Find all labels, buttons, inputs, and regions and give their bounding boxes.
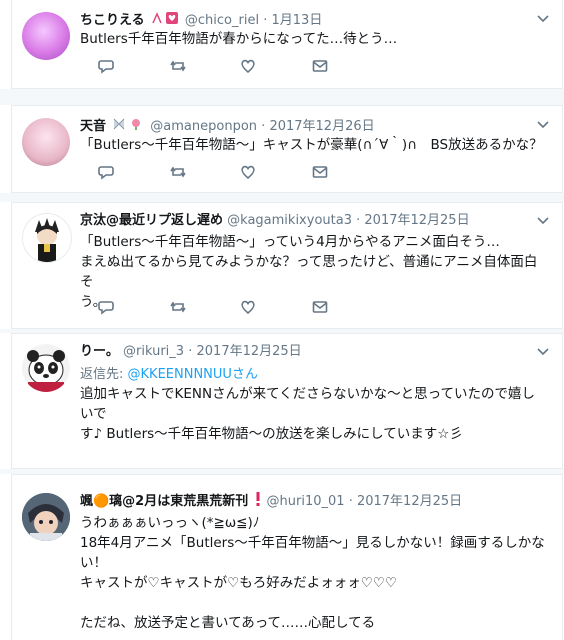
chevron-down-icon[interactable] (536, 14, 550, 24)
exclamation-icon (254, 492, 262, 511)
display-name[interactable]: 天音 (80, 119, 106, 134)
emoji-badge-icon (112, 117, 146, 136)
reply-icon[interactable] (98, 164, 116, 182)
avatar[interactable] (22, 493, 70, 541)
tweet-text: 追加キャストでKENNさんが来てくださらないかな〜と思っていたので嬉しいで す♪… (80, 386, 535, 442)
user-handle[interactable]: @rikuri_3 (123, 344, 184, 359)
avatar[interactable] (22, 213, 72, 263)
tweet-header: 京汰@最近リプ返し遅め @kagamikixyouta3 · 2017年12月2… (80, 213, 470, 228)
tweet-header: ちこりえる @chico_riel · 1月13日 (80, 11, 323, 30)
feed-gap (0, 329, 564, 333)
tweet-header: 天音 @amaneponpon · 2017年12月26日 (80, 117, 375, 136)
tweet-timestamp[interactable]: 2017年12月25日 (364, 213, 469, 228)
tweet-header: りー。 @rikuri_3 · 2017年12月25日 (80, 344, 302, 359)
retweet-icon[interactable] (170, 58, 188, 76)
reply-context: 返信先: @KKEENNNNUUさん (80, 367, 258, 382)
chevron-down-icon[interactable] (536, 216, 550, 226)
feed-gap (0, 89, 564, 105)
feed-gap (0, 469, 564, 474)
tweet-text: うわぁぁぁいっっヽ(*≧ω≦)ﾉ 18年4月アニメ「Butlers〜千年百年物語… (80, 515, 545, 631)
user-handle[interactable]: @huri10_01 (267, 494, 345, 509)
tweet-header: 颯🟠璃@2月は東荒黒荒新刊 @huri10_01 · 2017年12月25日 (80, 492, 463, 511)
tweet-timestamp[interactable]: 2017年12月25日 (357, 494, 462, 509)
retweet-icon[interactable] (170, 164, 188, 182)
reply-icon[interactable] (98, 58, 116, 76)
feed-gap (0, 193, 564, 202)
user-handle[interactable]: @kagamikixyouta3 (227, 213, 352, 228)
tweet-actions (80, 58, 328, 76)
display-name[interactable]: ちこりえる (80, 13, 145, 28)
tweet-timestamp[interactable]: 1月13日 (272, 13, 323, 28)
tweet-timestamp[interactable]: 2017年12月26日 (269, 119, 374, 134)
chevron-down-icon[interactable] (536, 120, 550, 130)
tweet[interactable]: 天音 @amaneponpon · 2017年12月26日 「Butlers〜千… (12, 106, 562, 192)
tweet-timestamp[interactable]: 2017年12月25日 (197, 344, 302, 359)
user-handle[interactable]: @amaneponpon (150, 119, 257, 134)
retweet-icon[interactable] (170, 299, 188, 317)
tweet-actions (80, 299, 328, 317)
display-name[interactable]: りー。 (80, 344, 119, 359)
tweet-text: Butlers千年百年物語が春からになってた…待とう… (80, 31, 398, 47)
like-icon[interactable] (240, 164, 258, 182)
tweet[interactable]: 颯🟠璃@2月は東荒黒荒新刊 @huri10_01 · 2017年12月25日 う… (12, 475, 562, 640)
tweet[interactable]: りー。 @rikuri_3 · 2017年12月25日 返信先: @KKEENN… (12, 334, 562, 468)
like-icon[interactable] (240, 58, 258, 76)
reply-icon[interactable] (98, 299, 116, 317)
reply-target-link[interactable]: @KKEENNNNUUさん (128, 367, 258, 382)
tweet-text: 「Butlers〜千年百年物語〜」キャストが豪華(∩´∀｀)∩ BS放送あるかな… (80, 137, 543, 153)
chevron-down-icon[interactable] (536, 347, 550, 357)
display-name[interactable]: 京汰@最近リプ返し遅め (80, 213, 223, 228)
dm-icon[interactable] (312, 58, 330, 76)
avatar[interactable] (22, 12, 70, 60)
tweet-feed: ちこりえる @chico_riel · 1月13日 Butlers千年百年物語が… (0, 0, 564, 640)
like-icon[interactable] (240, 299, 258, 317)
emoji-badge-icon (151, 11, 181, 30)
avatar[interactable] (22, 344, 70, 392)
tweet[interactable]: ちこりえる @chico_riel · 1月13日 Butlers千年百年物語が… (12, 0, 562, 88)
tweet-actions (80, 164, 328, 182)
user-handle[interactable]: @chico_riel (185, 13, 259, 28)
display-name[interactable]: 颯🟠璃@2月は東荒黒荒新刊 (80, 494, 248, 509)
avatar[interactable] (22, 118, 70, 166)
dm-icon[interactable] (312, 299, 330, 317)
dm-icon[interactable] (312, 164, 330, 182)
tweet[interactable]: 京汰@最近リプ返し遅め @kagamikixyouta3 · 2017年12月2… (12, 203, 562, 328)
